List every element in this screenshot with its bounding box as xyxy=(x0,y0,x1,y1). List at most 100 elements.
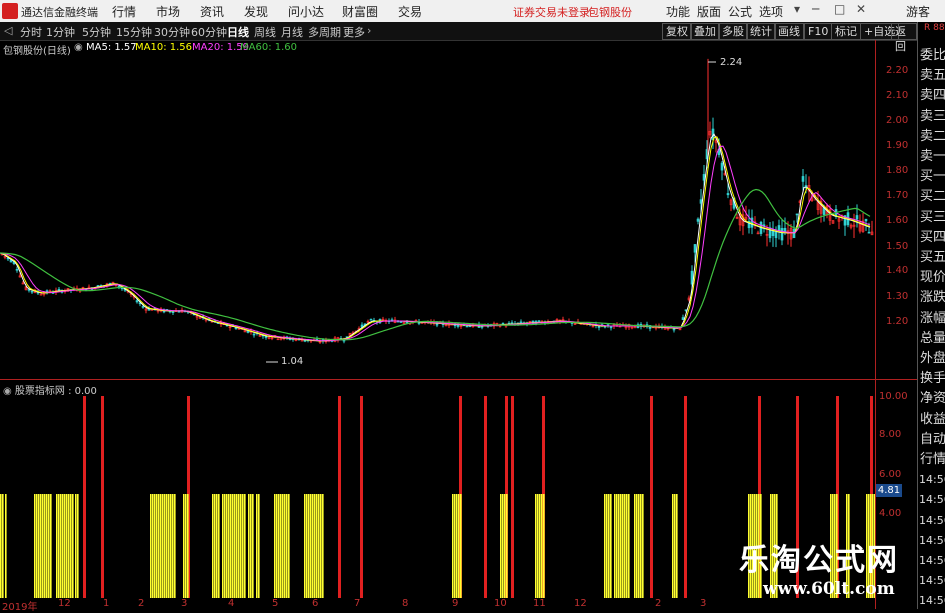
indicator-bar-yellow xyxy=(622,494,624,598)
indicator-bar-yellow xyxy=(280,494,282,598)
menu-layout[interactable]: 版面 xyxy=(697,3,721,20)
menu-quotes[interactable]: 行情 xyxy=(112,3,136,20)
restore-rights-button[interactable]: 复权 xyxy=(662,23,692,40)
maximize-icon[interactable]: □ xyxy=(834,2,845,16)
period-15min[interactable]: 15分钟 xyxy=(116,24,152,40)
menu-function[interactable]: 功能 xyxy=(666,3,690,20)
minimize-icon[interactable]: ─ xyxy=(812,2,819,16)
indicator-bar-yellow xyxy=(244,494,246,598)
side-panel-item[interactable]: 自动 xyxy=(920,430,945,450)
panel-badge[interactable]: R 88 xyxy=(924,24,945,33)
indicator-bar-yellow xyxy=(2,494,4,598)
candle-body xyxy=(681,317,685,321)
menu-options[interactable]: 选项 xyxy=(759,3,783,20)
indicator-bar-yellow xyxy=(452,494,454,598)
period-5min[interactable]: 5分钟 xyxy=(82,24,111,40)
side-panel-item: 14:56 xyxy=(919,533,945,547)
watermark: 乐淘公式网 www.60lt.com xyxy=(727,531,917,609)
menu-wealth[interactable]: 财富圈 xyxy=(342,3,378,20)
close-icon[interactable]: ✕ xyxy=(856,2,866,16)
x-tick: 12 xyxy=(58,598,71,609)
menu-trade[interactable]: 交易 xyxy=(398,3,422,20)
multi-stock-button[interactable]: 多股 xyxy=(718,23,748,40)
candle-body xyxy=(672,328,676,331)
indicator-bar-yellow xyxy=(284,494,286,598)
indicator-bar-red xyxy=(484,396,487,598)
f10-button[interactable]: F10 xyxy=(804,23,833,40)
indicator-bar-yellow xyxy=(152,494,154,598)
indicator-bar-red xyxy=(650,396,653,598)
period-more[interactable]: 更多 xyxy=(343,24,365,40)
statistics-button[interactable]: 统计 xyxy=(746,23,776,40)
indicator-bar-yellow xyxy=(278,494,280,598)
side-panel-item: 卖三 xyxy=(920,108,945,124)
indicator-bar-yellow xyxy=(166,494,168,598)
side-panel-item: 卖一 xyxy=(920,149,945,164)
window-menu-icon[interactable]: ▾ xyxy=(794,2,800,16)
indicator-bar-yellow xyxy=(248,494,250,598)
indicator-bar-yellow xyxy=(636,494,638,598)
candle-body xyxy=(867,231,871,234)
indicator-bar-red xyxy=(83,396,86,598)
period-daily[interactable]: 日线 xyxy=(227,24,249,40)
period-monthly[interactable]: 月线 xyxy=(281,24,303,40)
side-panel-item: 净资 xyxy=(920,391,945,407)
indicator-bar-yellow xyxy=(242,494,244,598)
draw-line-button[interactable]: 画线 xyxy=(774,23,804,40)
login-notice[interactable]: 证券交易未登录 xyxy=(513,4,590,20)
overlay-button[interactable]: 叠加 xyxy=(690,23,720,40)
indicator-bar-yellow xyxy=(460,494,462,598)
menu-ask[interactable]: 问小达 xyxy=(288,3,324,20)
indicator-bar-yellow xyxy=(616,494,618,598)
more-chevron-icon[interactable]: › xyxy=(367,24,371,37)
indicator-bar-yellow xyxy=(539,494,541,598)
side-panel-item[interactable]: 行情 xyxy=(920,450,945,470)
candle-body xyxy=(141,306,145,308)
indicator-bar-yellow xyxy=(214,494,216,598)
menu-market[interactable]: 市场 xyxy=(156,3,180,20)
menu-news[interactable]: 资讯 xyxy=(200,3,224,20)
side-panel-item: 卖五 xyxy=(920,68,945,84)
panel-separator xyxy=(0,379,917,380)
candle-body xyxy=(171,311,175,314)
guest-label[interactable]: 游客 xyxy=(906,3,930,20)
candle-body xyxy=(855,215,859,220)
side-panel-item: 14:56 xyxy=(919,554,945,567)
price-chart[interactable] xyxy=(0,40,875,380)
period-60min[interactable]: 60分钟 xyxy=(191,24,227,40)
menu-discover[interactable]: 发现 xyxy=(244,3,268,20)
period-tick[interactable]: 分时 xyxy=(20,24,42,40)
mark-button[interactable]: 标记 xyxy=(831,23,861,40)
x-tick: 4 xyxy=(228,598,235,609)
indicator-bar-yellow xyxy=(274,494,276,598)
indicator-bar-yellow xyxy=(158,494,160,598)
period-1min[interactable]: 1分钟 xyxy=(46,24,75,40)
indicator-bar-yellow xyxy=(187,494,189,598)
back-arrow-icon[interactable]: ◁ xyxy=(4,24,12,37)
indicator-bar-red xyxy=(511,396,514,598)
candle-body xyxy=(597,325,601,328)
side-panel-item: 涨跌 xyxy=(920,290,945,306)
period-weekly[interactable]: 周线 xyxy=(254,24,276,40)
ma-line-10 xyxy=(0,136,871,342)
period-multi[interactable]: 多周期 xyxy=(308,24,341,40)
y-tick: 1.70 xyxy=(886,190,909,201)
indicator-bar-yellow xyxy=(72,494,74,598)
period-30min[interactable]: 30分钟 xyxy=(154,24,190,40)
indicator-bar-yellow xyxy=(506,494,508,598)
indicator-bar-yellow xyxy=(50,494,52,598)
y-tick: 1.30 xyxy=(886,291,909,302)
ind-y-tick: 4.00 xyxy=(879,508,902,519)
indicator-bar-yellow xyxy=(672,494,674,598)
indicator-bar-yellow xyxy=(286,494,288,598)
price-axis: 2.20 2.10 2.00 1.90 1.80 1.70 1.60 1.50 … xyxy=(875,40,918,609)
indicator-bar-yellow xyxy=(172,494,174,598)
menu-formula[interactable]: 公式 xyxy=(728,3,752,20)
candle-body xyxy=(399,321,403,323)
candle-body xyxy=(726,193,730,196)
y-tick: 1.20 xyxy=(886,316,909,327)
indicator-bar-yellow xyxy=(75,494,77,598)
candle-body xyxy=(177,310,181,313)
indicator-bar-yellow xyxy=(77,494,79,598)
back-button[interactable]: 返回 xyxy=(891,23,917,53)
